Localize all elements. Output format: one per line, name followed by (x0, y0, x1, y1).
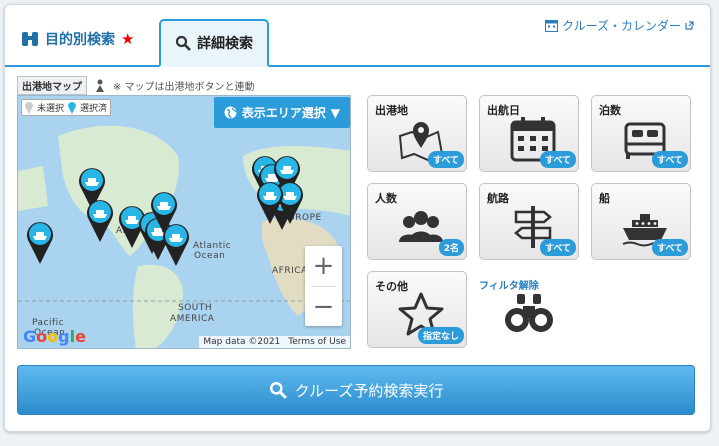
filter-badge: すべて (651, 239, 688, 256)
tab-purpose-label: 目的別検索 (45, 32, 115, 48)
filter-nights[interactable]: 泊数 すべて (591, 95, 691, 172)
filter-badge: 2名 (438, 239, 464, 256)
favorite-star-icon: ★ (121, 30, 135, 48)
calendar-link-label: クルーズ・カレンダー (561, 19, 681, 33)
filter-other[interactable]: その他 指定なし (367, 271, 467, 348)
port-pin[interactable] (256, 180, 284, 224)
filter-departure-port[interactable]: 出港地 すべて (367, 95, 467, 172)
zoom-out-button[interactable]: − (305, 287, 342, 327)
search-tabs: 目的別検索 ★ 詳細検索 クルーズ・カレンダー (5, 5, 710, 67)
google-logo: Google (23, 327, 86, 346)
port-pin[interactable] (86, 198, 114, 242)
area-select-button[interactable]: 表示エリア選択 ▼ (213, 97, 350, 128)
globe-icon (224, 106, 237, 119)
pin-person-icon (96, 79, 104, 92)
label-south: SOUTH (178, 303, 213, 313)
filter-ship[interactable]: 船 すべて (591, 183, 691, 260)
label-america: AMERICA (170, 314, 215, 324)
filter-badge: すべて (427, 151, 464, 168)
filter-departure-date[interactable]: 出航日 すべて (479, 95, 579, 172)
filter-label: 航路 (487, 192, 509, 205)
map-data-text: Map data ©2021 (203, 337, 281, 347)
map-title: 出港地マップ (17, 76, 87, 95)
search-icon (269, 382, 287, 399)
map-header: 出港地マップ ※ マップは出港地ボタンと連動 (17, 76, 255, 95)
filter-label: 人数 (375, 192, 397, 205)
filter-label: 泊数 (599, 104, 621, 117)
legend-selected: 選択済 (80, 104, 108, 114)
filter-badge: すべて (651, 151, 688, 168)
binoculars-icon (22, 32, 38, 46)
chevron-down-icon: ▼ (330, 105, 340, 120)
port-map[interactable]: 未選択 選択済 表示エリア選択 ▼ Atlantic Ocean AFRICA … (17, 95, 351, 349)
label-atlantic: Atlantic (193, 241, 232, 251)
filter-people[interactable]: 人数 2名 (367, 183, 467, 260)
map-note: ※ マップは出港地ボタンと連動 (113, 82, 255, 93)
cruise-calendar-link[interactable]: クルーズ・カレンダー (544, 17, 694, 34)
search-button-label: クルーズ予約検索実行 (294, 381, 444, 400)
tab-detail-label: 詳細検索 (197, 36, 253, 52)
area-select-label: 表示エリア選択 (241, 106, 326, 120)
cruise-search-panel: 目的別検索 ★ 詳細検索 クルーズ・カレンダー 出港地マップ ※ マップは出港地… (4, 4, 711, 432)
search-icon (175, 35, 191, 51)
port-pin[interactable] (26, 220, 54, 264)
tab-detail-search[interactable]: 詳細検索 (159, 19, 269, 67)
filter-badge: 指定なし (417, 327, 464, 344)
people-icon (399, 211, 443, 242)
filter-badge: すべて (539, 151, 576, 168)
cruise-search-button[interactable]: クルーズ予約検索実行 (17, 365, 695, 415)
filter-label: 船 (599, 192, 610, 205)
label-africa: AFRICA (272, 266, 308, 276)
calendar-icon (544, 20, 558, 32)
legend-unselected: 未選択 (37, 104, 65, 114)
terms-link[interactable]: Terms of Use (288, 337, 346, 347)
zoom-control: + − (305, 246, 342, 326)
port-pin[interactable] (162, 222, 190, 266)
zoom-in-button[interactable]: + (305, 246, 342, 286)
filter-route[interactable]: 航路 すべて (479, 183, 579, 260)
map-attribution: Map data ©2021 Terms of Use (199, 336, 350, 348)
binoculars-reset-icon[interactable] (503, 290, 555, 336)
unselected-pin-icon (25, 101, 33, 114)
selected-pin-icon (68, 101, 77, 114)
external-link-icon (685, 21, 694, 30)
label-ocean: Ocean (194, 251, 226, 261)
map-legend: 未選択 選択済 (21, 99, 112, 116)
tab-purpose-search[interactable]: 目的別検索 ★ (21, 29, 134, 49)
filter-badge: すべて (539, 239, 576, 256)
